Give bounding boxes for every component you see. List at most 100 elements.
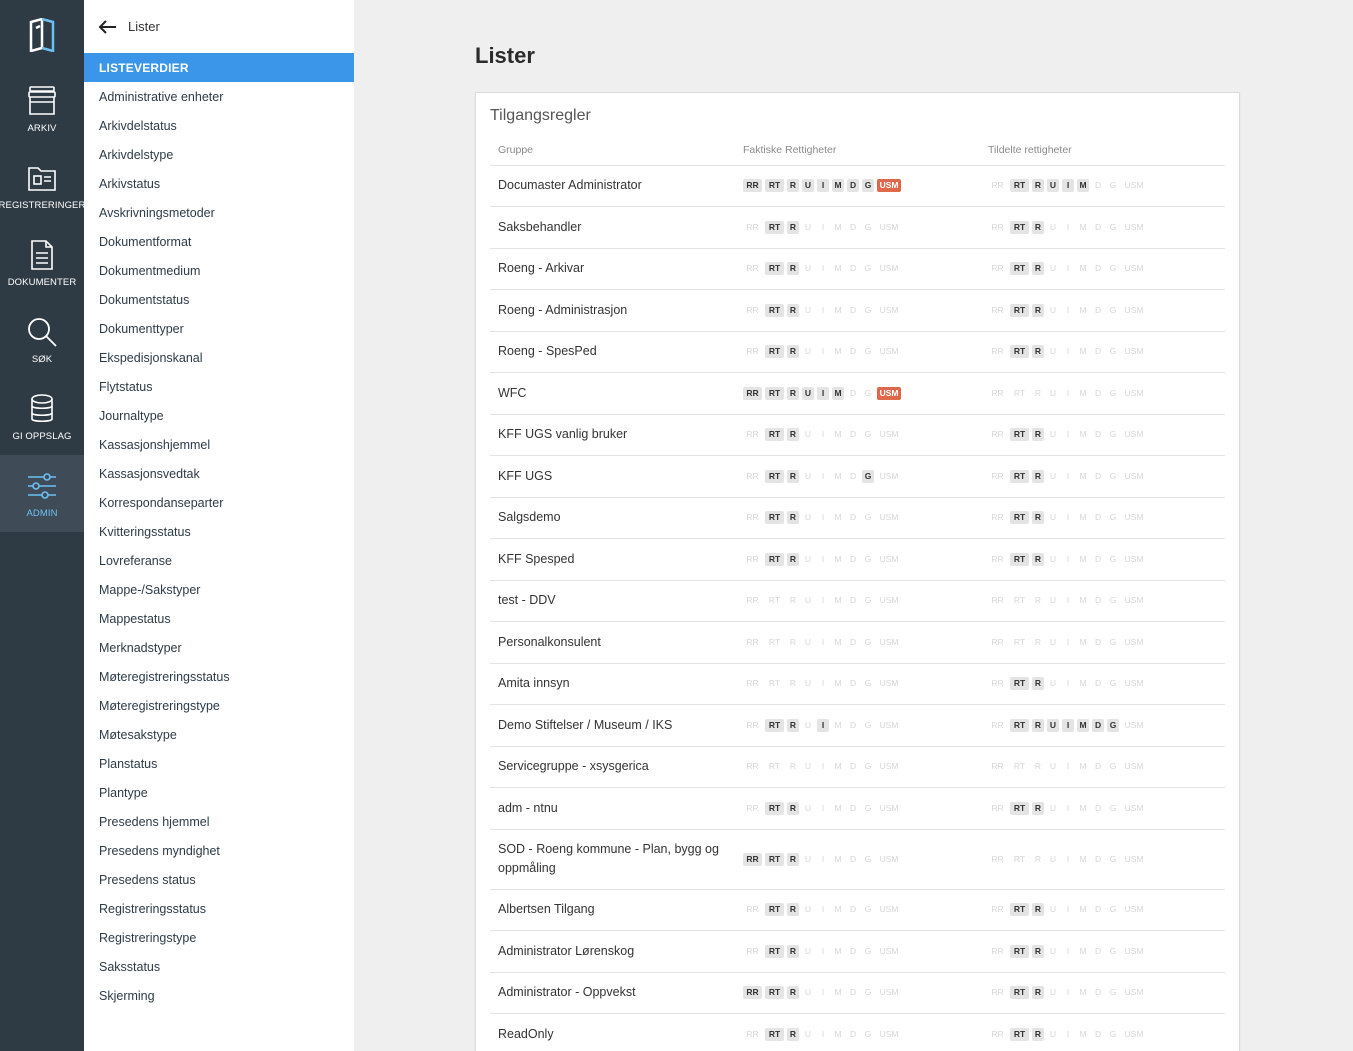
assigned-rights-cell: RR RT R U I M D G USM [980, 455, 1225, 498]
app-logo[interactable] [0, 0, 84, 70]
actual-rights-cell: RR RT R U I M D G USM [735, 206, 980, 249]
actual-rights-cell: RR RT R U I M D G USM [735, 930, 980, 973]
right-badge-m: M [1077, 179, 1090, 193]
rail-item-registreringer[interactable]: REGISTRERINGER [0, 147, 85, 224]
table-row[interactable]: Amita innsyn RR RT R U I M D G USM RR RT R U I M D G USM [490, 663, 1225, 705]
rights-badges: RR RT R U I M D G USM [988, 801, 1225, 815]
right-badge-rr: RR [991, 761, 1004, 772]
table-row[interactable]: KFF Spesped RR RT R U I M D G USM RR RT R U I M D G USM [490, 538, 1225, 581]
sidebar-item[interactable]: Registreringstype [84, 923, 354, 952]
right-badge-d: D [1095, 263, 1102, 274]
right-badge-rr: RR [991, 904, 1004, 915]
sidebar-item[interactable]: Kvitteringsstatus [84, 517, 354, 546]
table-row[interactable]: Administrator - Oppvekst RR RT R U I M D G USM RR R… [490, 972, 1225, 1014]
sidebar-item[interactable]: Arkivstatus [84, 169, 354, 198]
right-badge-usm: USM [1124, 802, 1144, 813]
table-row[interactable]: Roeng - Arkivar RR RT R U I M D G USM RR RT R U I M D G US… [490, 248, 1225, 290]
rail-item-søk[interactable]: SØK [0, 301, 84, 378]
right-badge-usm: USM [1124, 1028, 1144, 1039]
rights-badges: RR RT R U I M D G USM [743, 179, 980, 193]
right-badge-r: R [1032, 552, 1044, 566]
table-row[interactable]: Saksbehandler RR RT R U I M D G USM RR RT R U I M D G USM [490, 206, 1225, 249]
table-row[interactable]: Documaster Administrator RR RT R U I M D G USM RR R… [490, 165, 1225, 207]
table-row[interactable]: Demo Stiftelser / Museum / IKS RR RT R U I M D G… [490, 704, 1225, 747]
sidebar-item[interactable]: Merknadstyper [84, 633, 354, 662]
sidebar-item[interactable]: Dokumenttyper [84, 314, 354, 343]
right-badge-rr: RR [743, 179, 762, 193]
right-badge-i: I [821, 595, 825, 606]
assigned-rights-cell: RR RT R U I M D G USM [980, 1013, 1225, 1051]
right-badge-u: U [804, 761, 812, 772]
assigned-rights-cell: RR RT R U I M D G USM [980, 497, 1225, 539]
sidebar-item[interactable]: Korrespondanseparter [84, 488, 354, 517]
right-badge-r: R [787, 303, 799, 317]
actual-rights-cell: RR RT R U I M D G USM [735, 289, 980, 332]
table-row[interactable]: KFF UGS RR RT R U I M D G USM RR RT R U I M D G USM [490, 455, 1225, 498]
right-badge-r: R [1032, 262, 1044, 276]
rail-item-gi-oppslag[interactable]: GI OPPSLAG [0, 378, 84, 455]
table-row[interactable]: Roeng - SpesPed RR RT R U I M D G USM RR RT R U I M D G US… [490, 331, 1225, 373]
sidebar-item[interactable]: Presedens status [84, 865, 354, 894]
sidebar-item[interactable]: Arkivdelstatus [84, 111, 354, 140]
sidebar-item[interactable]: Ekspedisjonskanal [84, 343, 354, 372]
right-badge-rr: RR [746, 636, 759, 647]
table-row[interactable]: WFC RR RT R U I M D G USM RR RT R U I M D G USM [490, 372, 1225, 415]
rights-badges: RR RT R U I M D G USM [743, 986, 980, 1000]
right-badge-d: D [1095, 553, 1102, 564]
sidebar-item[interactable]: Kassasjonsvedtak [84, 459, 354, 488]
sidebar-item[interactable]: Dokumentformat [84, 227, 354, 256]
rail-item-admin[interactable]: ADMIN [0, 455, 84, 532]
right-badge-rr: RR [991, 802, 1004, 813]
sidebar-item[interactable]: Administrative enheter [84, 82, 354, 111]
table-row[interactable]: test - DDV RR RT R U I M D G USM RR RT R U I M D G USM [490, 580, 1225, 622]
table-row[interactable]: Administrator Lørenskog RR RT R U I M D G USM RR RT… [490, 930, 1225, 973]
table-row[interactable]: KFF UGS vanlig bruker RR RT R U I M D G USM RR RT R U… [490, 414, 1225, 456]
sidebar-item[interactable]: Saksstatus [84, 952, 354, 981]
arrow-left-icon[interactable] [98, 19, 118, 35]
right-badge-i: I [1066, 1028, 1070, 1039]
rail-item-arkiv[interactable]: ARKIV [0, 70, 84, 147]
right-badge-i: I [1066, 987, 1070, 998]
sidebar-item[interactable]: Journaltype [84, 401, 354, 430]
sidebar-item[interactable]: Møteregistreringstype [84, 691, 354, 720]
table-row[interactable]: adm - ntnu RR RT R U I M D G USM RR RT R U I M D G USM [490, 787, 1225, 830]
right-badge-g: G [864, 429, 872, 440]
sidebar-item[interactable]: Møtesakstype [84, 720, 354, 749]
assigned-rights-cell: RR RT R U I M D G USM [980, 972, 1225, 1014]
page-title: Lister [475, 43, 535, 68]
sidebar-item[interactable]: Dokumentstatus [84, 285, 354, 314]
sidebar-item[interactable]: Skjerming [84, 981, 354, 1010]
sidebar-item[interactable]: Mappe-/Sakstyper [84, 575, 354, 604]
table-row[interactable]: SOD - Roeng kommune - Plan, bygg og oppm… [490, 829, 1225, 890]
right-badge-rr: RR [746, 263, 759, 274]
right-badge-usm: USM [879, 904, 899, 915]
right-badge-u: U [804, 678, 812, 689]
sidebar-item[interactable]: Presedens myndighet [84, 836, 354, 865]
sidebar-item[interactable]: Dokumentmedium [84, 256, 354, 285]
table-row[interactable]: ReadOnly RR RT R U I M D G USM RR RT R U I M D G USM [490, 1013, 1225, 1051]
sidebar-item[interactable]: Flytstatus [84, 372, 354, 401]
sidebar-item[interactable]: Arkivdelstype [84, 140, 354, 169]
sidebar-item[interactable]: Registreringsstatus [84, 894, 354, 923]
right-badge-usm: USM [879, 595, 899, 606]
access-rules-card: Tilgangsregler Gruppe Faktiske Rettighet… [475, 92, 1240, 1051]
rail-item-dokumenter[interactable]: DOKUMENTER [0, 224, 84, 301]
sidebar-item[interactable]: Mappestatus [84, 604, 354, 633]
sidebar-item[interactable]: Lovreferanse [84, 546, 354, 575]
sidebar-item[interactable]: Plantype [84, 778, 354, 807]
rights-badges: RR RT R U I M D G USM [988, 903, 1225, 917]
sidebar-item[interactable]: Møteregistreringsstatus [84, 662, 354, 691]
table-row[interactable]: Salgsdemo RR RT R U I M D G USM RR RT R U I M D G USM [490, 497, 1225, 539]
right-badge-rr: RR [746, 304, 759, 315]
table-row[interactable]: Personalkonsulent RR RT R U I M D G USM RR RT R U I M D G… [490, 621, 1225, 664]
sidebar-item[interactable]: Kassasjonshjemmel [84, 430, 354, 459]
table-row[interactable]: Servicegruppe - xsysgerica RR RT R U I M D G USM R… [490, 746, 1225, 788]
back-header[interactable]: Lister [84, 0, 354, 53]
table-row[interactable]: Albertsen Tilgang RR RT R U I M D G USM RR RT R U I M D G… [490, 889, 1225, 931]
sidebar-item-listeverdier[interactable]: LISTEVERDIER [84, 53, 354, 82]
sidebar-item[interactable]: Presedens hjemmel [84, 807, 354, 836]
sidebar-item[interactable]: Planstatus [84, 749, 354, 778]
sidebar-item[interactable]: Avskrivningsmetoder [84, 198, 354, 227]
table-row[interactable]: Roeng - Administrasjon RR RT R U I M D G USM RR RT R… [490, 289, 1225, 332]
group-name: KFF UGS [490, 455, 735, 498]
